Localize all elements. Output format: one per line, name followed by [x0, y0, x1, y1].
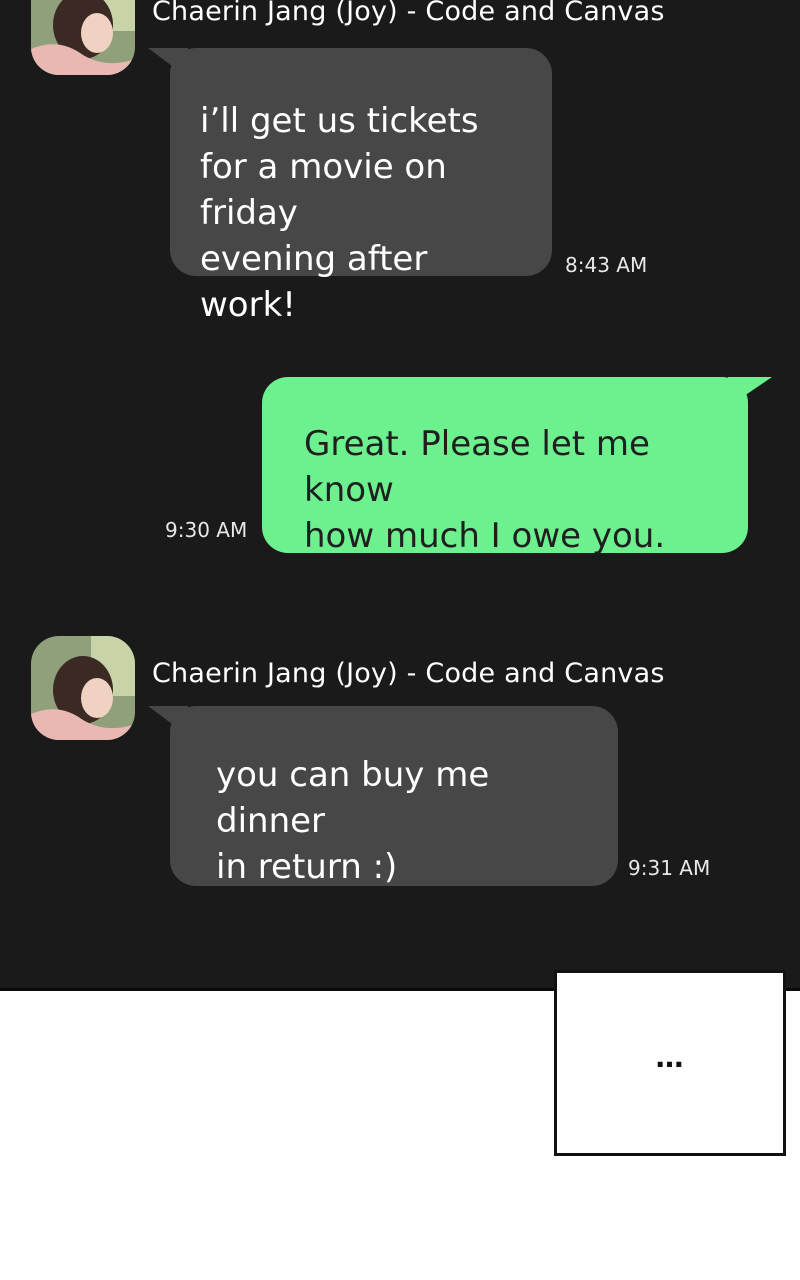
chat-panel: Chaerin Jang (Joy) - Code and Canvas i’l…: [0, 0, 800, 991]
sender-name: Chaerin Jang (Joy) - Code and Canvas: [152, 0, 665, 27]
avatar-icon[interactable]: [31, 636, 135, 740]
message-timestamp: 9:30 AM: [165, 518, 248, 542]
message-bubble-incoming[interactable]: i’ll get us tickets for a movie on frida…: [148, 48, 552, 325]
message-timestamp: 9:31 AM: [628, 856, 711, 880]
message-bubble-outgoing[interactable]: Great. Please let me know how much I owe…: [262, 377, 772, 556]
sender-name: Chaerin Jang (Joy) - Code and Canvas: [152, 658, 665, 689]
avatar-icon[interactable]: [31, 0, 135, 75]
message-bubble-incoming[interactable]: you can buy me dinner in return :): [148, 706, 618, 887]
message-timestamp: 8:43 AM: [565, 253, 648, 277]
message-text: Great. Please let me know how much I owe…: [304, 424, 666, 556]
ellipsis-text: …: [655, 1040, 685, 1074]
message-text: i’ll get us tickets for a movie on frida…: [200, 101, 479, 325]
ellipsis-panel: …: [554, 970, 786, 1156]
message-text: you can buy me dinner in return :): [216, 755, 490, 887]
